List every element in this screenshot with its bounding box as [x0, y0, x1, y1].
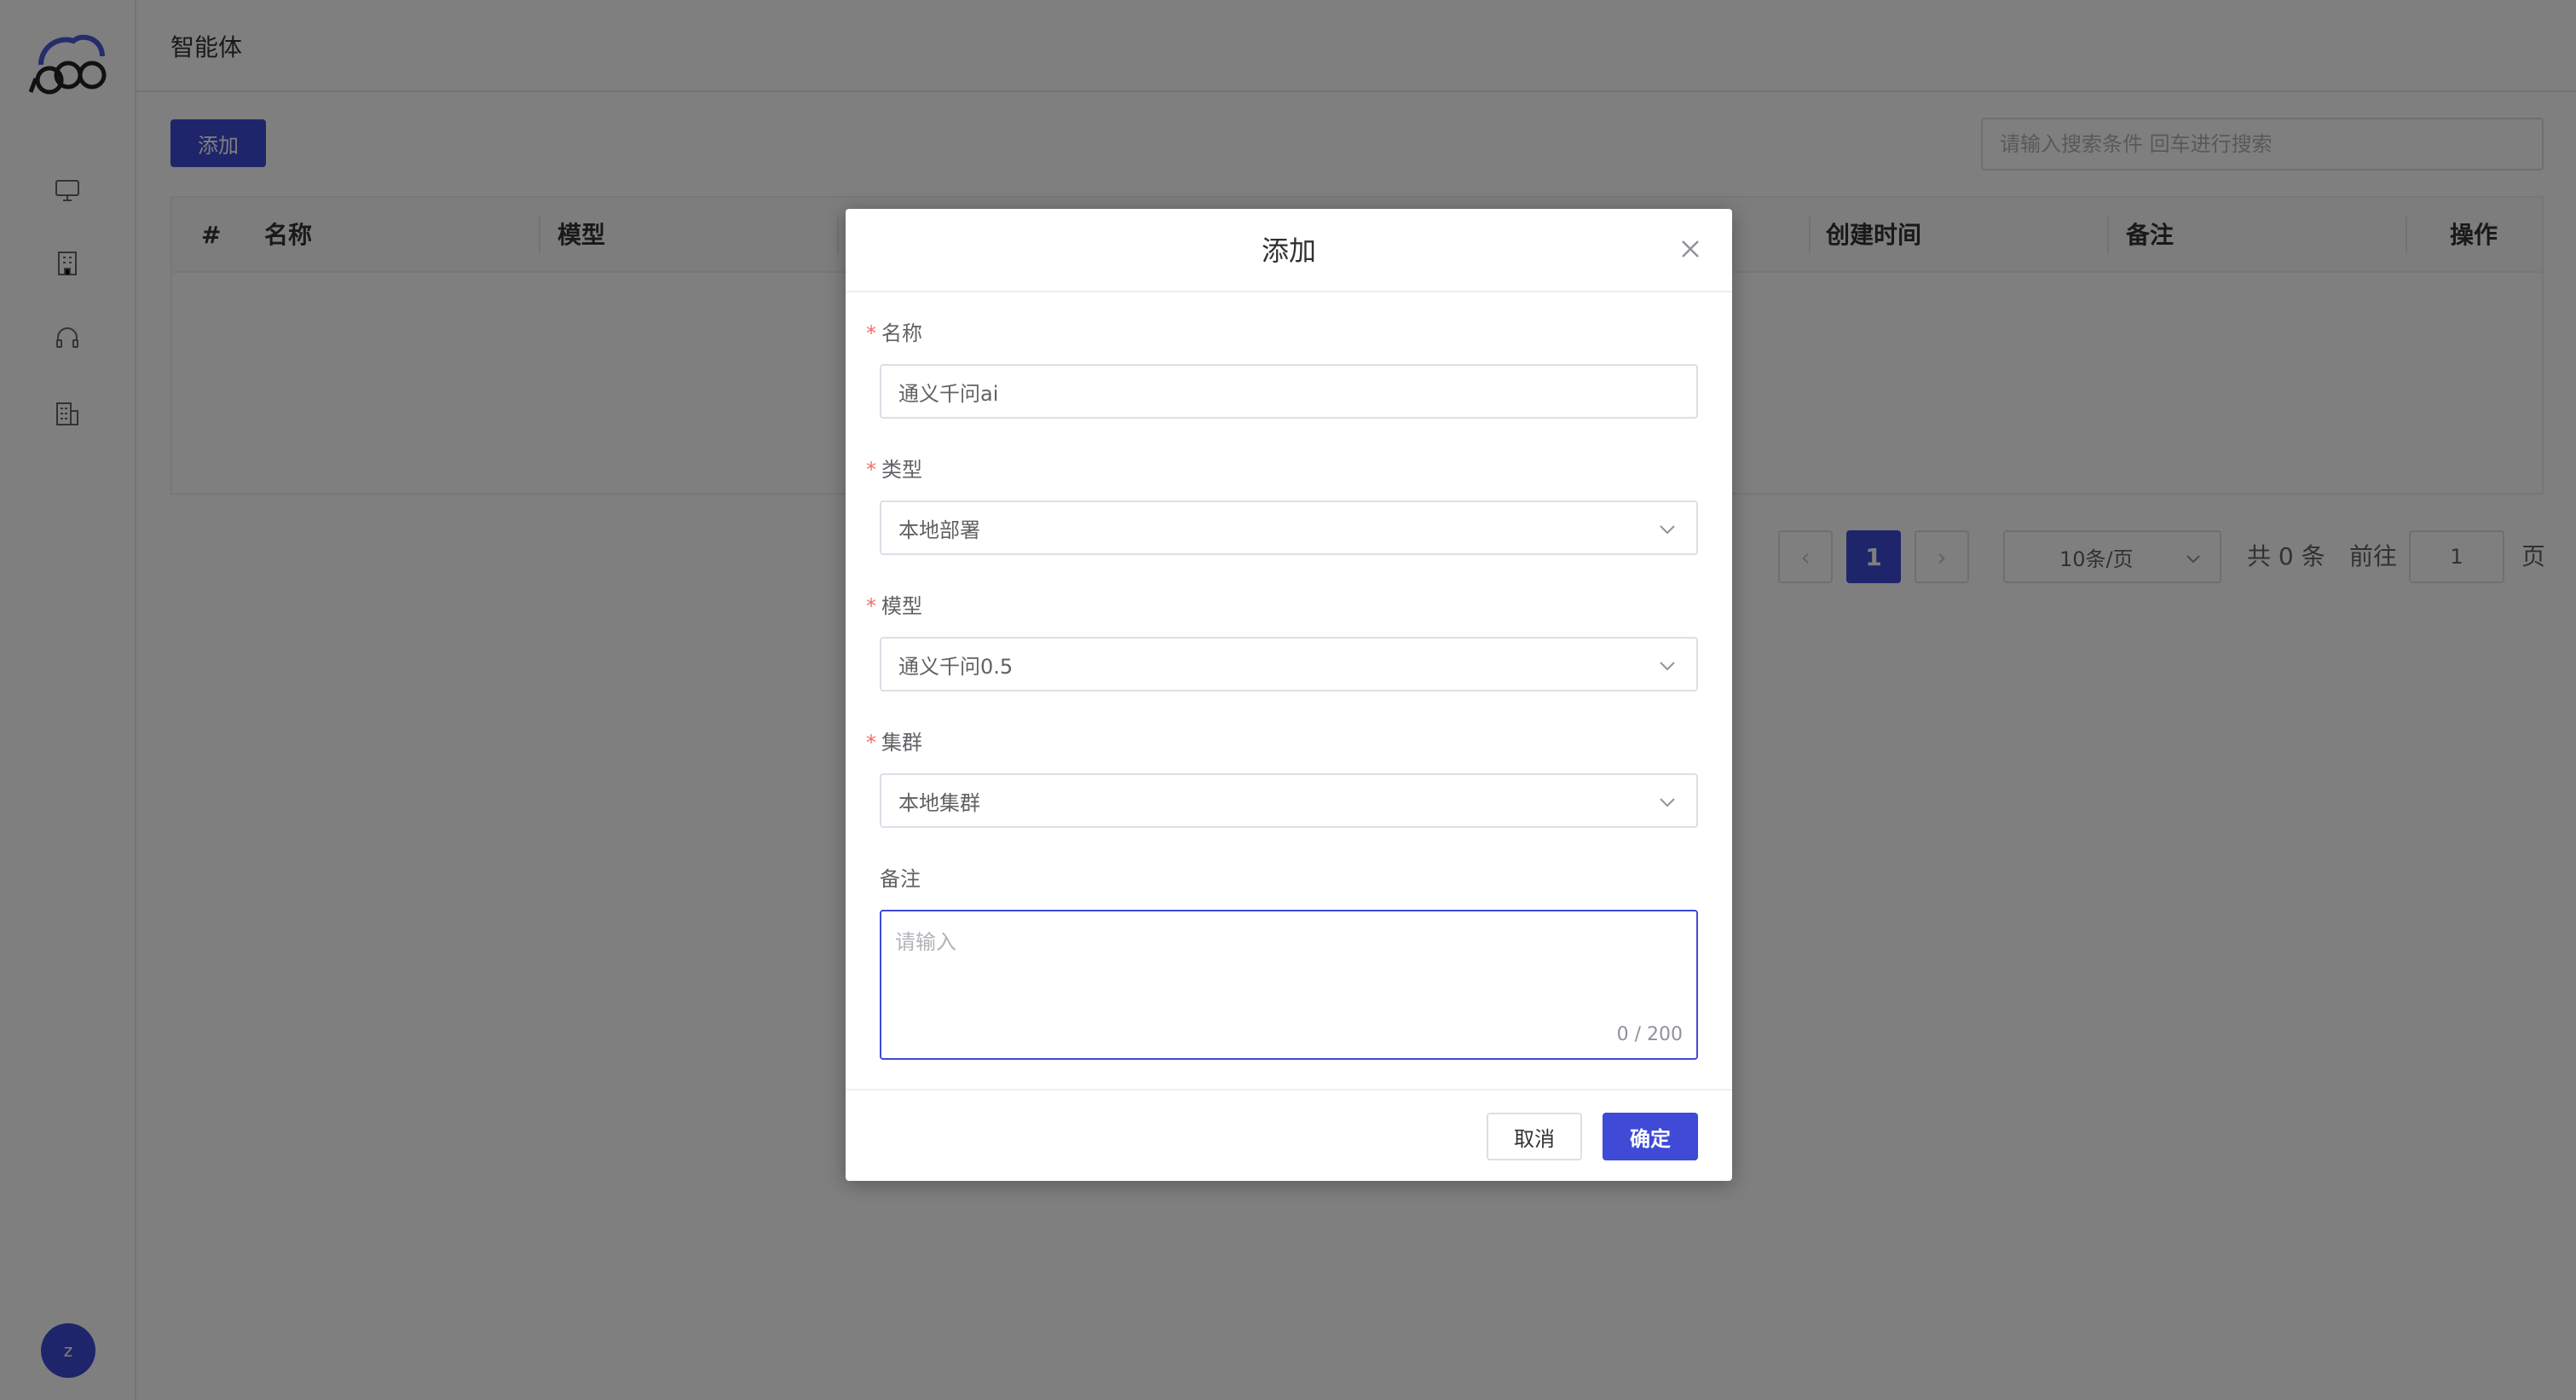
- cancel-button[interactable]: 取消: [1487, 1113, 1582, 1160]
- name-label: * 名称: [866, 321, 922, 345]
- dialog-footer-divider: [846, 1089, 1732, 1090]
- dialog-title: 添加: [1261, 234, 1316, 267]
- required-mark: *: [866, 458, 876, 482]
- cluster-value: 本地集群: [898, 790, 980, 815]
- chevron-down-icon: [1660, 662, 1675, 671]
- required-mark: *: [866, 594, 876, 618]
- required-mark: *: [866, 731, 876, 755]
- type-label: * 类型: [866, 458, 922, 482]
- model-value: 通义千问0.5: [898, 654, 1014, 679]
- name-value: 通义千问ai: [898, 381, 999, 406]
- chevron-down-icon: [1660, 525, 1675, 535]
- close-icon[interactable]: [1674, 233, 1707, 265]
- model-select[interactable]: 通义千问0.5: [880, 637, 1698, 691]
- dialog-header: 添加: [846, 209, 1732, 292]
- cluster-label: * 集群: [866, 731, 922, 755]
- type-value: 本地部署: [898, 518, 980, 542]
- chevron-down-icon: [1660, 798, 1675, 807]
- type-select[interactable]: 本地部署: [880, 500, 1698, 555]
- name-field[interactable]: 通义千问ai: [880, 364, 1698, 419]
- add-agent-dialog: 添加 * 名称 通义千问ai * 类型 本地部署 * 模型 通义千问0.5 * 集群 本…: [846, 209, 1732, 1181]
- cluster-select[interactable]: 本地集群: [880, 773, 1698, 828]
- remark-char-counter: 0 / 200: [1616, 1024, 1683, 1045]
- remark-label: 备注: [880, 867, 921, 891]
- confirm-button[interactable]: 确定: [1603, 1113, 1698, 1160]
- required-mark: *: [866, 321, 876, 345]
- model-label: * 模型: [866, 594, 922, 618]
- remark-textarea[interactable]: [880, 910, 1698, 1060]
